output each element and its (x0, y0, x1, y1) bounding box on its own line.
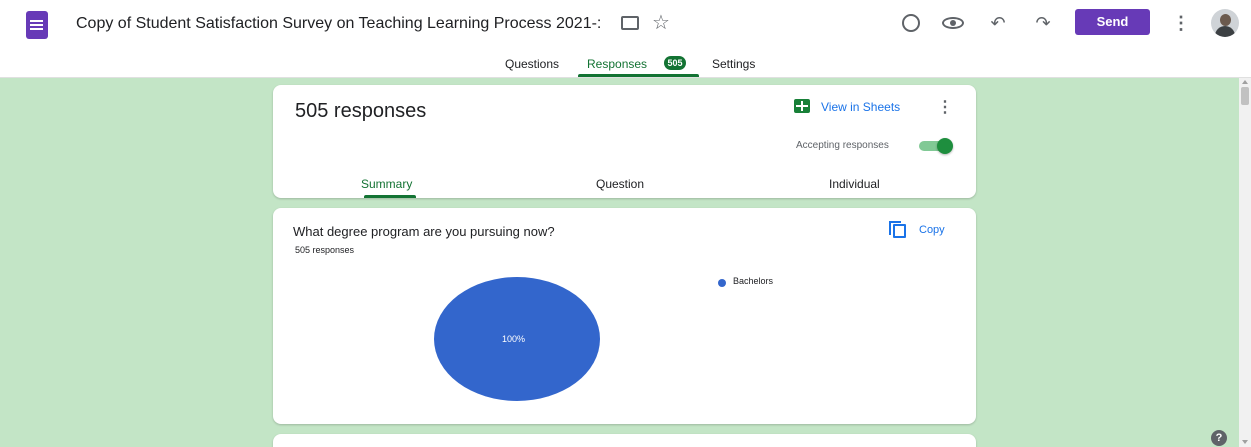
subtab-summary[interactable]: Summary (361, 177, 412, 191)
accepting-responses-label: Accepting responses (796, 140, 889, 151)
list-line (32, 24, 43, 26)
responses-title: 505 responses (295, 100, 427, 122)
eye-icon[interactable] (940, 10, 966, 36)
sheets-icon-horizontal (796, 105, 808, 107)
avatar-head (1220, 14, 1231, 26)
pie-slice-label: 100% (502, 334, 526, 344)
tab-responses[interactable]: Responses (587, 57, 647, 71)
subtab-individual[interactable]: Individual (829, 177, 880, 191)
legend-marker-bachelors (718, 279, 726, 287)
question-summary-card: What degree program are you pursuing now… (273, 208, 976, 424)
send-button[interactable]: Send (1075, 9, 1150, 35)
next-question-card (273, 434, 976, 447)
avatar-body (1215, 26, 1235, 37)
responses-canvas: 505 responses View in Sheets ⋮ Accepting… (0, 78, 1239, 447)
responses-count-badge: 505 (664, 56, 686, 70)
help-icon[interactable]: ? (1211, 430, 1227, 446)
more-vert-icon[interactable]: ⋮ (937, 97, 953, 117)
copy-chart-button[interactable]: Copy (919, 224, 945, 236)
folder-icon[interactable] (621, 16, 639, 30)
scroll-down-arrow-icon[interactable] (1242, 440, 1248, 444)
view-in-sheets-link[interactable]: View in Sheets (821, 100, 900, 114)
forms-app-icon[interactable] (26, 11, 48, 39)
scroll-thumb[interactable] (1241, 87, 1249, 105)
responses-summary-card: 505 responses View in Sheets ⋮ Accepting… (273, 85, 976, 198)
avatar[interactable] (1211, 9, 1239, 37)
palette-circle (902, 14, 920, 32)
more-vert-icon[interactable]: ⋮ (1168, 10, 1194, 36)
list-line (32, 20, 43, 22)
question-response-count: 505 responses (295, 245, 355, 255)
undo-icon[interactable]: ↶ (985, 10, 1011, 36)
tab-questions[interactable]: Questions (505, 57, 559, 71)
sheets-icon[interactable] (794, 99, 810, 113)
toggle-knob[interactable] (937, 138, 953, 154)
legend-label-bachelors: Bachelors (733, 276, 774, 286)
document-title[interactable]: Copy of Student Satisfaction Survey on T… (76, 15, 601, 33)
eye-pupil (950, 20, 956, 26)
list-line (32, 28, 43, 30)
copy-icon-front (893, 224, 906, 238)
star-icon[interactable]: ☆ (652, 10, 670, 35)
selected-tab-indicator (578, 74, 699, 77)
top-bar: Copy of Student Satisfaction Survey on T… (0, 0, 1251, 50)
selected-subtab-indicator (364, 195, 416, 198)
tab-settings[interactable]: Settings (712, 57, 755, 71)
redo-icon[interactable]: ↷ (1030, 10, 1056, 36)
page-scrollbar[interactable] (1239, 78, 1251, 447)
copy-icon[interactable] (889, 221, 907, 239)
palette-icon[interactable] (898, 10, 924, 36)
scroll-up-arrow-icon[interactable] (1242, 80, 1248, 84)
question-title: What degree program are you pursuing now… (293, 224, 555, 239)
subtab-question[interactable]: Question (596, 177, 644, 191)
